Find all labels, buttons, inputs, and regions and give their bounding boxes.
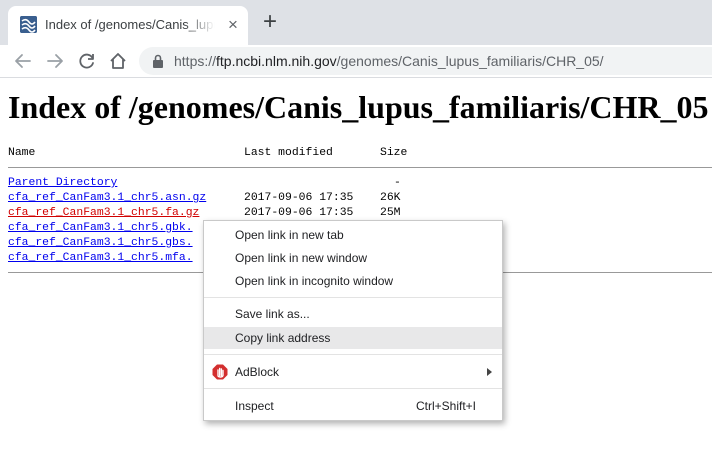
file-link[interactable]: cfa_ref_CanFam3.1_chr5.asn.gz [8, 192, 206, 204]
url-scheme: https:// [174, 53, 217, 69]
tab-strip: Index of /genomes/Canis_lupus_familiaris… [0, 0, 712, 45]
menu-item-inspect[interactable]: Inspect Ctrl+Shift+I [204, 395, 502, 417]
file-size: - [394, 177, 401, 189]
column-header-name: Name [8, 147, 36, 159]
menu-item-copy-link-address[interactable]: Copy link address [204, 327, 502, 349]
file-link[interactable]: cfa_ref_CanFam3.1_chr5.gbs. [8, 237, 193, 249]
context-menu: Open link in new tab Open link in new wi… [203, 220, 503, 421]
menu-separator [204, 388, 502, 389]
menu-item-open-new-window[interactable]: Open link in new window [204, 247, 502, 269]
menu-item-label: Open link in new tab [235, 228, 344, 242]
menu-item-label: Open link in new window [235, 251, 368, 265]
file-size: 26K [380, 192, 401, 204]
url-host: ftp.ncbi.nlm.nih.gov [216, 53, 337, 69]
divider [8, 167, 712, 168]
tab-title: Index of /genomes/Canis_lupus_familiaris… [45, 17, 215, 32]
file-link[interactable]: cfa_ref_CanFam3.1_chr5.mfa. [8, 252, 193, 264]
browser-tab[interactable]: Index of /genomes/Canis_lupus_familiaris… [8, 6, 248, 45]
menu-item-label: Open link in incognito window [235, 274, 394, 288]
column-header-size: Size [380, 147, 408, 159]
ncbi-favicon-icon [20, 16, 37, 33]
menu-separator [204, 297, 502, 298]
home-icon[interactable] [107, 50, 129, 72]
menu-item-label: Save link as... [235, 307, 310, 321]
menu-item-label: AdBlock [235, 365, 280, 379]
file-date: 2017-09-06 17:35 [244, 192, 354, 204]
column-header-last-modified: Last modified [244, 147, 333, 159]
reload-icon[interactable] [76, 50, 98, 72]
close-icon[interactable]: × [224, 16, 242, 34]
lock-icon[interactable] [152, 54, 164, 68]
forward-arrow-icon[interactable] [44, 50, 66, 72]
browser-toolbar: https://ftp.ncbi.nlm.nih.gov/genomes/Can… [0, 45, 712, 78]
file-link[interactable]: cfa_ref_CanFam3.1_chr5.gbk. [8, 222, 193, 234]
file-date: 2017-09-06 17:35 [244, 207, 354, 219]
menu-separator [204, 354, 502, 355]
list-item: Parent Directory - [8, 177, 708, 192]
file-size: 25M [380, 207, 401, 219]
page-title: Index of /genomes/Canis_lupus_familiaris… [8, 89, 709, 125]
submenu-arrow-icon [487, 368, 492, 376]
plus-icon[interactable]: + [260, 10, 280, 34]
url-path: /genomes/Canis_lupus_familiaris/CHR_05/ [336, 53, 604, 69]
menu-item-label: Inspect [235, 399, 274, 413]
back-arrow-icon[interactable] [12, 50, 34, 72]
adblock-hand-icon [212, 364, 228, 380]
file-link[interactable]: cfa_ref_CanFam3.1_chr5.fa.gz [8, 207, 199, 219]
list-item: cfa_ref_CanFam3.1_chr5.asn.gz 2017-09-06… [8, 192, 708, 207]
menu-item-adblock[interactable]: AdBlock [204, 361, 502, 383]
url-text[interactable]: https://ftp.ncbi.nlm.nih.gov/genomes/Can… [174, 53, 604, 69]
menu-item-open-incognito[interactable]: Open link in incognito window [204, 270, 502, 292]
menu-item-shortcut: Ctrl+Shift+I [415, 399, 476, 413]
address-bar[interactable]: https://ftp.ncbi.nlm.nih.gov/genomes/Can… [139, 47, 712, 75]
menu-item-open-new-tab[interactable]: Open link in new tab [204, 224, 502, 246]
menu-item-save-link-as[interactable]: Save link as... [204, 303, 502, 325]
parent-directory-link[interactable]: Parent Directory [8, 177, 117, 189]
menu-item-label: Copy link address [235, 331, 331, 345]
